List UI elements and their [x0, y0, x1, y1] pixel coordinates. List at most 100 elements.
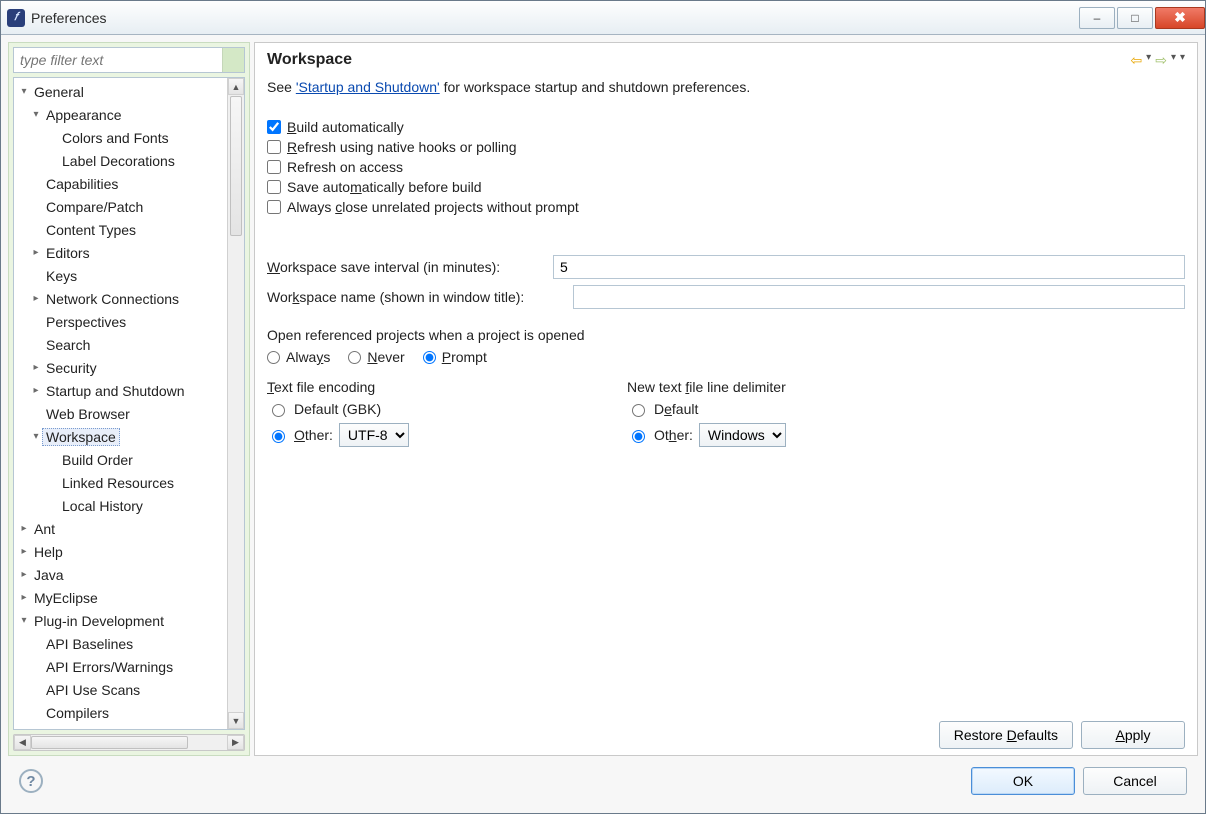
close-button[interactable]: ✖ [1155, 7, 1205, 29]
open-referenced-title: Open referenced projects when a project … [267, 327, 1185, 343]
preferences-tree[interactable]: ▾General ▾Appearance ·Colors and Fonts ·… [14, 78, 227, 729]
filter-input[interactable] [14, 48, 222, 72]
close-unrelated-checkbox[interactable] [267, 200, 281, 214]
tree-item-colors-fonts[interactable]: Colors and Fonts [58, 130, 173, 146]
encoding-other-radio[interactable] [272, 430, 285, 443]
expander-icon[interactable]: ▾ [18, 615, 30, 626]
maximize-button[interactable]: □ [1117, 7, 1153, 29]
tree-item-myeclipse[interactable]: MyEclipse [30, 590, 102, 606]
hscroll-thumb[interactable] [31, 736, 188, 749]
expander-icon[interactable]: ▸ [30, 293, 42, 304]
expander-icon[interactable]: ▸ [18, 592, 30, 603]
page-menu-icon[interactable]: ▾ [1180, 52, 1185, 69]
minimize-button[interactable]: – [1079, 7, 1115, 29]
expander-icon[interactable]: ▾ [30, 431, 42, 442]
dialog-footer: ? OK Cancel [7, 757, 1199, 807]
refresh-native-checkbox[interactable] [267, 140, 281, 154]
preferences-sidebar: ▾General ▾Appearance ·Colors and Fonts ·… [8, 42, 250, 756]
tree-scrollbar[interactable]: ▲ ▼ [227, 78, 244, 729]
encoding-default-label: Default (GBK) [294, 401, 381, 417]
tree-item-general[interactable]: General [30, 84, 88, 100]
expander-icon[interactable]: ▸ [30, 385, 42, 396]
delimiter-default-label: Default [654, 401, 698, 417]
scroll-down-icon[interactable]: ▼ [228, 712, 244, 729]
delimiter-default-radio[interactable] [632, 404, 645, 417]
expander-icon[interactable]: ▸ [30, 362, 42, 373]
tree-item-label-decorations[interactable]: Label Decorations [58, 153, 179, 169]
titlebar: 𝑓 Preferences – □ ✖ [1, 1, 1205, 35]
tree-item-keys[interactable]: Keys [42, 268, 81, 284]
forward-arrow-icon[interactable]: ⇨ [1155, 52, 1167, 69]
open-ref-never[interactable]: Never [348, 349, 404, 365]
tree-item-search[interactable]: Search [42, 337, 94, 353]
startup-shutdown-link[interactable]: 'Startup and Shutdown' [296, 79, 440, 95]
open-ref-always[interactable]: Always [267, 349, 330, 365]
scroll-right-icon[interactable]: ▶ [227, 735, 244, 750]
text-encoding-group: Text file encoding Default (GBK) Other: … [267, 379, 587, 453]
window-title: Preferences [31, 10, 106, 26]
scroll-thumb[interactable] [230, 96, 242, 236]
help-icon[interactable]: ? [19, 769, 43, 793]
tree-item-startup-shutdown[interactable]: Startup and Shutdown [42, 383, 189, 399]
tree-item-build-order[interactable]: Build Order [58, 452, 137, 468]
restore-defaults-button[interactable]: Restore Defaults [939, 721, 1073, 749]
tree-hscrollbar[interactable]: ◀ ▶ [13, 734, 245, 751]
close-unrelated-label: Always close unrelated projects without … [287, 199, 579, 215]
delimiter-other-radio[interactable] [632, 430, 645, 443]
tree-item-help[interactable]: Help [30, 544, 67, 560]
apply-button[interactable]: Apply [1081, 721, 1185, 749]
encoding-other-label: Other: [294, 427, 333, 443]
save-interval-label: Workspace save interval (in minutes): [267, 259, 547, 275]
back-menu-icon[interactable]: ▾ [1146, 52, 1151, 69]
encoding-other-select[interactable]: UTF-8 [339, 423, 409, 447]
open-ref-prompt[interactable]: Prompt [423, 349, 487, 365]
ok-button[interactable]: OK [971, 767, 1075, 795]
tree-item-api-errors[interactable]: API Errors/Warnings [42, 659, 177, 675]
scroll-up-icon[interactable]: ▲ [228, 78, 244, 95]
refresh-access-checkbox[interactable] [267, 160, 281, 174]
tree-item-local-history[interactable]: Local History [58, 498, 147, 514]
tree-item-perspectives[interactable]: Perspectives [42, 314, 130, 330]
preferences-window: 𝑓 Preferences – □ ✖ [0, 0, 1206, 814]
tree-item-network-connections[interactable]: Network Connections [42, 291, 183, 307]
tree-item-java[interactable]: Java [30, 567, 68, 583]
back-arrow-icon[interactable]: ⇦ [1130, 52, 1142, 69]
tree-item-compare-patch[interactable]: Compare/Patch [42, 199, 147, 215]
refresh-access-label: Refresh on access [287, 159, 403, 175]
expander-icon[interactable]: ▸ [30, 247, 42, 258]
line-delimiter-group: New text file line delimiter Default Oth… [627, 379, 947, 453]
expander-icon[interactable]: ▸ [18, 546, 30, 557]
workspace-name-field[interactable] [573, 285, 1185, 309]
tree-item-api-baselines[interactable]: API Baselines [42, 636, 137, 652]
build-automatically-checkbox[interactable] [267, 120, 281, 134]
save-interval-field[interactable] [553, 255, 1185, 279]
tree-item-editors[interactable]: Editors [42, 245, 94, 261]
tree-item-compilers[interactable]: Compilers [42, 705, 113, 721]
expander-icon[interactable]: ▾ [18, 86, 30, 97]
expander-icon[interactable]: ▾ [30, 109, 42, 120]
filter-field[interactable] [13, 47, 245, 73]
tree-item-workspace[interactable]: Workspace [42, 428, 120, 446]
tree-item-capabilities[interactable]: Capabilities [42, 176, 122, 192]
tree-item-ant[interactable]: Ant [30, 521, 59, 537]
tree-item-plugin-development[interactable]: Plug-in Development [30, 613, 168, 629]
client-area: ▾General ▾Appearance ·Colors and Fonts ·… [1, 35, 1205, 813]
tree-item-api-use-scans[interactable]: API Use Scans [42, 682, 144, 698]
save-before-build-checkbox[interactable] [267, 180, 281, 194]
page-title: Workspace [267, 51, 352, 69]
filter-clear-button[interactable] [222, 48, 244, 72]
tree-item-linked-resources[interactable]: Linked Resources [58, 475, 178, 491]
tree-item-web-browser[interactable]: Web Browser [42, 406, 134, 422]
expander-icon[interactable]: ▸ [18, 523, 30, 534]
forward-menu-icon[interactable]: ▾ [1171, 52, 1176, 69]
expander-icon[interactable]: ▸ [18, 569, 30, 580]
encoding-default-radio[interactable] [272, 404, 285, 417]
tree-item-appearance[interactable]: Appearance [42, 107, 126, 123]
tree-item-content-types[interactable]: Content Types [42, 222, 140, 238]
intro-text: See 'Startup and Shutdown' for workspace… [267, 79, 1185, 95]
delimiter-other-select[interactable]: Windows [699, 423, 786, 447]
preferences-page: Workspace ⇦▾ ⇨▾ ▾ See 'Startup and Shutd… [254, 42, 1198, 756]
tree-item-security[interactable]: Security [42, 360, 101, 376]
cancel-button[interactable]: Cancel [1083, 767, 1187, 795]
scroll-left-icon[interactable]: ◀ [14, 735, 31, 750]
